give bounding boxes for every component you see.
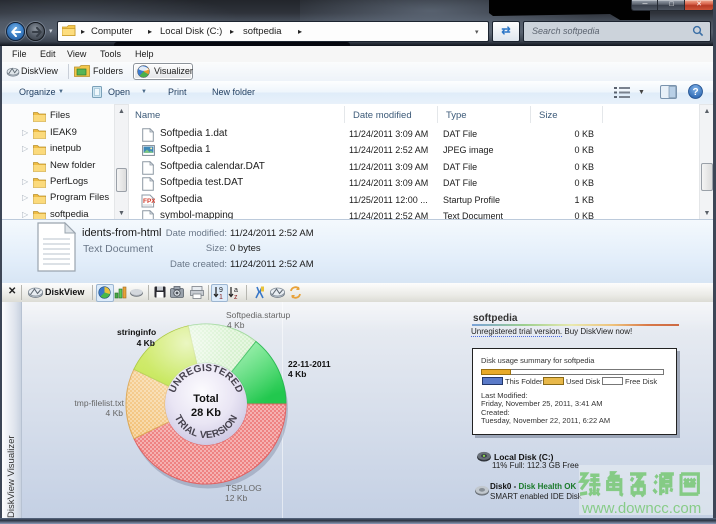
- svg-text:?: ?: [692, 87, 698, 98]
- svg-text:FPX: FPX: [143, 198, 155, 205]
- svg-text:a: a: [234, 287, 238, 294]
- svg-text:Total: Total: [193, 393, 218, 405]
- svg-text:1: 1: [219, 294, 223, 299]
- svg-text:www.downcc.com: www.downcc.com: [581, 500, 701, 517]
- svg-text:z: z: [234, 294, 238, 299]
- svg-text:28 Kb: 28 Kb: [191, 407, 221, 419]
- svg-text:9: 9: [219, 287, 223, 294]
